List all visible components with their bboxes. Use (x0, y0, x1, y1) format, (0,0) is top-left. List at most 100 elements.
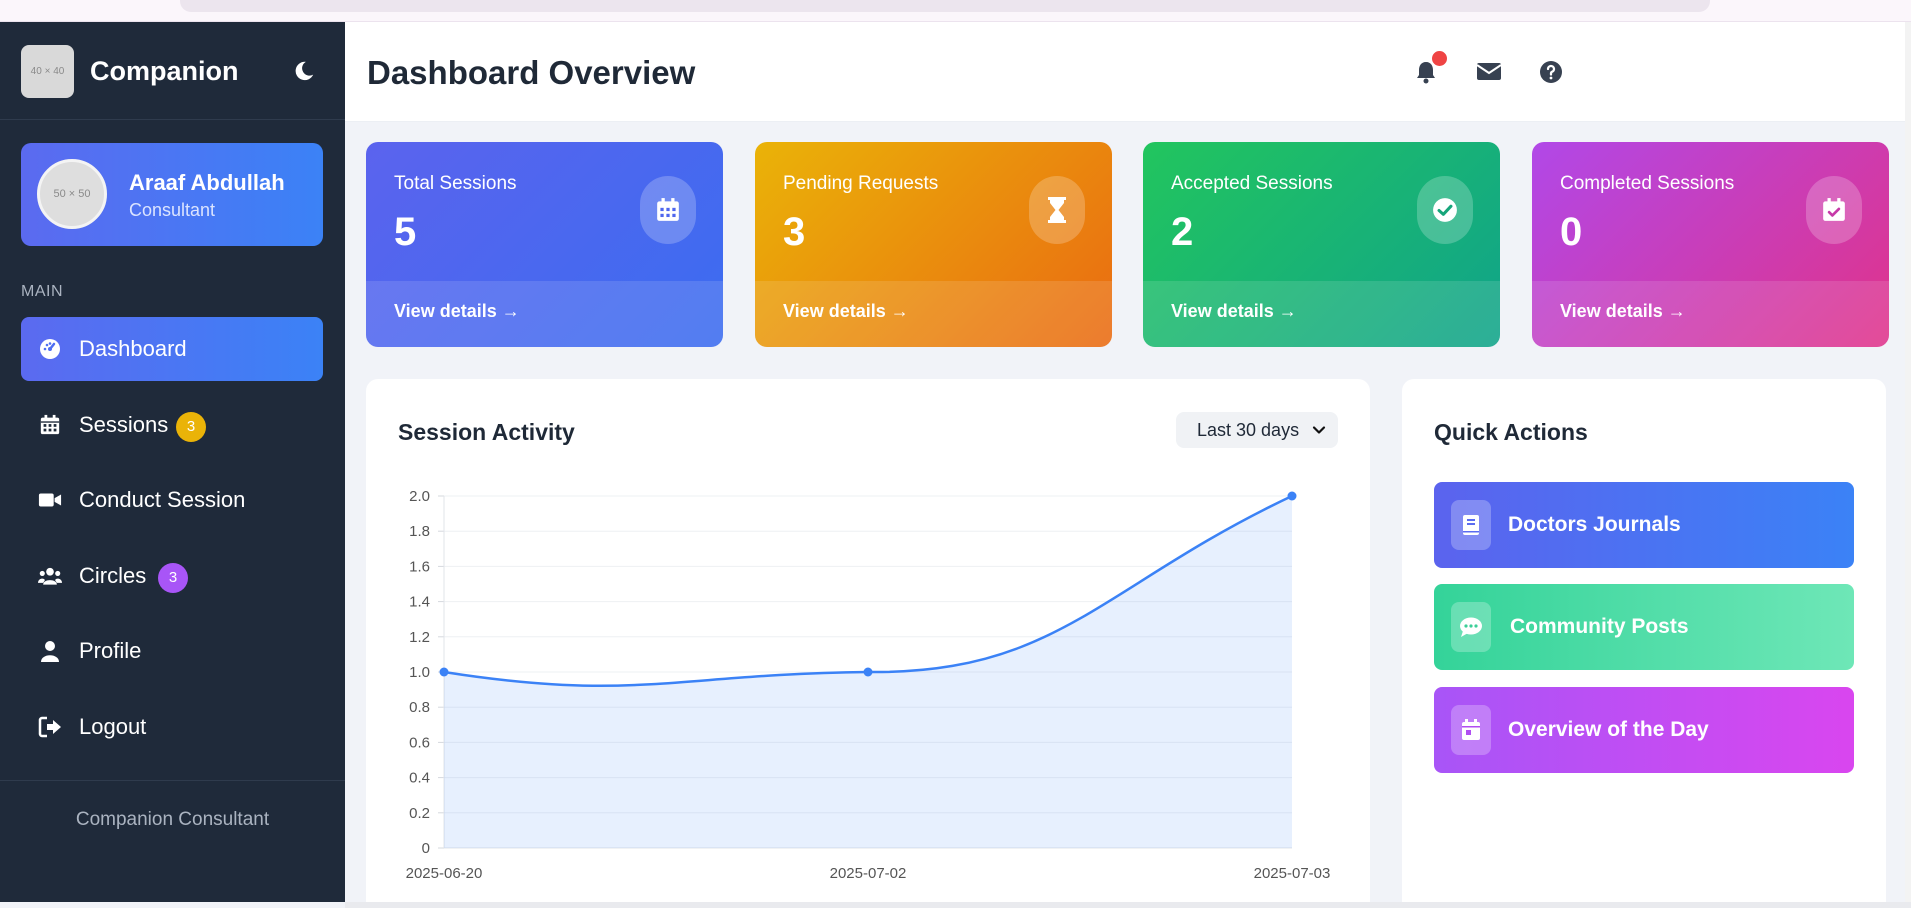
session-activity-card: 0 0.2 0.4 0.6 0.8 1.0 1.2 1.4 1.6 1.8 2.0 2025-06-2… (366, 379, 1370, 908)
stat-label: Total Sessions (394, 173, 517, 194)
book-icon (1451, 500, 1491, 550)
stat-card-total-sessions[interactable]: Total Sessions 5 View details → (366, 142, 723, 347)
x-tick-label: 2025-07-02 (830, 865, 907, 882)
sidebar-item-label: Sessions (79, 411, 169, 437)
sidebar-item-label: Conduct Session (79, 487, 246, 512)
quick-action-label: Doctors Journals (1508, 513, 1681, 536)
y-tick-label: 1.2 (409, 629, 430, 646)
top-header: Dashboard Overview (345, 22, 1911, 122)
view-details-link[interactable]: View details → (1560, 301, 1686, 322)
brand-name: Companion (90, 56, 239, 86)
y-tick-label: 0 (422, 840, 430, 857)
quick-action-label: Overview of the Day (1508, 718, 1709, 741)
stat-label: Accepted Sessions (1171, 173, 1333, 194)
overview-of-the-day-button[interactable]: Overview of the Day (1434, 687, 1854, 773)
x-tick-label: 2025-06-20 (406, 865, 483, 882)
sidebar-item-conduct-session[interactable]: Conduct Session (21, 468, 323, 532)
data-point (439, 667, 449, 677)
stat-label: Pending Requests (783, 173, 939, 194)
notification-dot (1432, 51, 1447, 66)
user-icon (38, 639, 62, 663)
bell-icon[interactable] (1414, 51, 1447, 86)
sidebar-item-label: Profile (79, 638, 142, 663)
stat-footer: View details → (1143, 281, 1500, 347)
stat-card-accepted-sessions[interactable]: Accepted Sessions 2 View details → (1143, 142, 1500, 347)
quick-actions-title: Quick Actions (1434, 419, 1588, 445)
y-tick-label: 2.0 (409, 488, 430, 505)
page-bottom-edge (345, 902, 1911, 908)
y-tick-label: 1.8 (409, 523, 430, 540)
page-title: Dashboard Overview (367, 54, 696, 91)
circles-count-badge: 3 (158, 562, 188, 593)
view-details-link[interactable]: View details → (783, 301, 909, 322)
date-range-select[interactable]: Last 30 days (1176, 412, 1338, 448)
profile-role: Consultant (129, 200, 216, 220)
chevron-down-icon (1312, 426, 1326, 434)
stat-card-pending-requests[interactable]: Pending Requests 3 View details → (755, 142, 1112, 347)
envelope-icon[interactable] (1476, 60, 1502, 86)
y-tick-label: 0.2 (409, 805, 430, 822)
community-posts-button[interactable]: Community Posts (1434, 584, 1854, 670)
calendar-icon (38, 413, 62, 437)
y-tick-label: 0.6 (409, 734, 430, 751)
quick-actions-card: Quick Actions Doctors Journals Community… (1402, 379, 1886, 908)
doctors-journals-button[interactable]: Doctors Journals (1434, 482, 1854, 568)
session-activity-chart: 0 0.2 0.4 0.6 0.8 1.0 1.2 1.4 1.6 1.8 2.0 2025-06-2… (406, 488, 1331, 882)
users-icon (38, 564, 62, 588)
date-range-value: Last 30 days (1197, 419, 1300, 440)
stat-footer: View details → (755, 281, 1112, 347)
calendar-check-icon (1806, 176, 1862, 244)
sidebar-item-label: Dashboard (79, 336, 187, 361)
calendar-day-icon (1451, 705, 1491, 755)
page-scrollbar[interactable] (1905, 22, 1911, 902)
sessions-count-badge: 3 (176, 411, 206, 442)
sidebar: 40 × 40 Companion 50 × 50 Araaf Abdullah… (0, 22, 345, 902)
moon-icon[interactable] (293, 60, 315, 82)
stat-footer: View details → (1532, 281, 1889, 347)
comment-icon (1451, 602, 1491, 652)
sidebar-item-logout[interactable]: Logout (21, 695, 323, 759)
chart-title: Session Activity (398, 419, 575, 445)
profile-card[interactable]: 50 × 50 Araaf Abdullah Consultant (21, 143, 323, 246)
stat-label: Completed Sessions (1560, 173, 1735, 194)
stat-value: 3 (783, 210, 806, 254)
y-tick-label: 1.6 (409, 558, 430, 575)
profile-name: Araaf Abdullah (129, 170, 285, 195)
stat-value: 0 (1560, 210, 1583, 254)
logout-icon (38, 715, 62, 739)
view-details-link[interactable]: View details → (1171, 301, 1297, 322)
y-tick-label: 1.4 (409, 594, 430, 611)
view-details-link[interactable]: View details → (394, 301, 520, 322)
x-tick-label: 2025-07-03 (1254, 865, 1331, 882)
hourglass-icon (1029, 176, 1085, 244)
help-icon[interactable] (1539, 60, 1565, 86)
data-point (863, 667, 873, 677)
video-icon (38, 488, 62, 512)
sidebar-item-profile[interactable]: Profile (21, 619, 323, 683)
stat-value: 2 (1171, 210, 1194, 254)
sidebar-item-label: Circles (79, 562, 147, 588)
y-tick-label: 1.0 (409, 664, 430, 681)
browser-address-bar[interactable] (180, 0, 1710, 12)
sidebar-item-sessions[interactable]: Sessions 3 (21, 393, 323, 457)
stat-value: 5 (394, 210, 417, 254)
sidebar-footer-text: Companion Consultant (75, 809, 270, 830)
calendar-icon (640, 176, 696, 244)
brand-logo: 40 × 40 (21, 45, 74, 98)
browser-top-strip (0, 0, 1911, 22)
gauge-icon (38, 337, 62, 361)
avatar: 50 × 50 (37, 159, 107, 229)
y-tick-label: 0.8 (409, 699, 430, 716)
sidebar-nav: Dashboard Sessions 3 Conduct Session Cir… (21, 317, 323, 770)
sidebar-item-dashboard[interactable]: Dashboard (21, 317, 323, 381)
stat-card-completed-sessions[interactable]: Completed Sessions 0 View details → (1532, 142, 1889, 347)
sidebar-footer: Companion Consultant (0, 780, 345, 902)
quick-action-label: Community Posts (1510, 615, 1689, 638)
data-point (1287, 491, 1297, 501)
y-tick-label: 0.4 (409, 770, 430, 787)
nav-section-label: MAIN (21, 283, 63, 300)
sidebar-item-circles[interactable]: Circles 3 (21, 544, 323, 608)
sidebar-item-label: Logout (79, 713, 147, 739)
brand-header: 40 × 40 Companion (0, 22, 345, 120)
stat-footer: View details → (366, 281, 723, 347)
